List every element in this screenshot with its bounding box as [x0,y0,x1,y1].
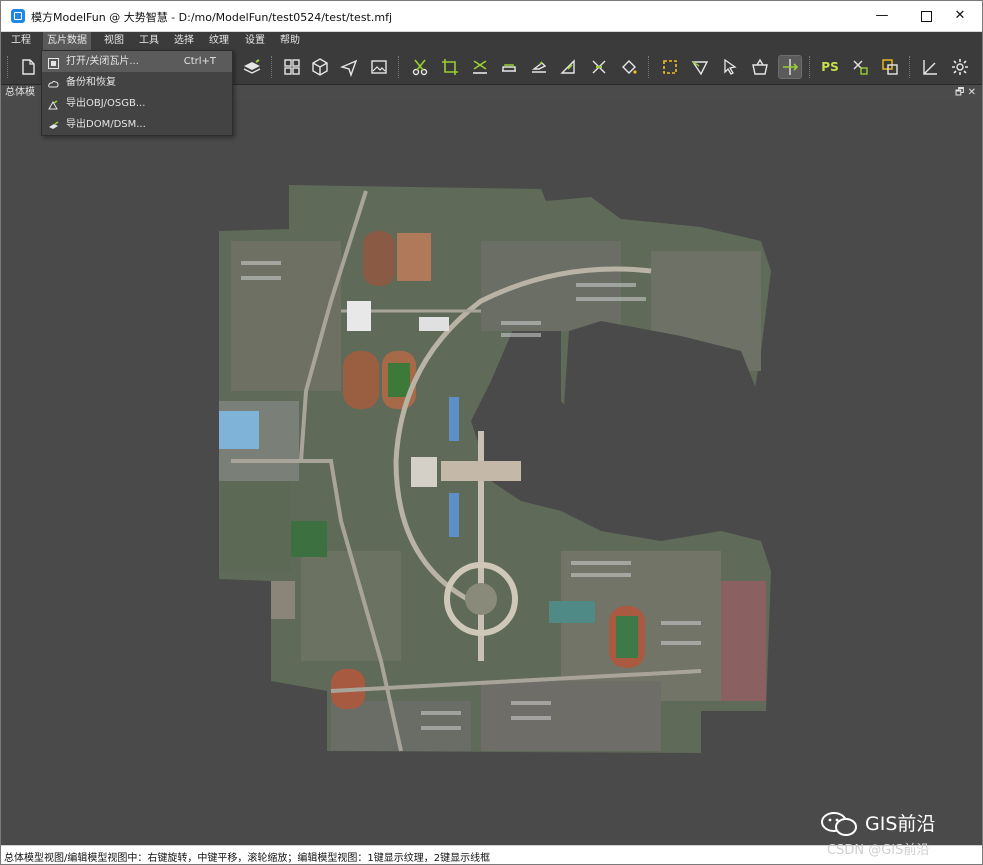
menu-item-export-obj-osgb[interactable]: 导出OBJ/OSGB... [42,93,232,114]
airplane-icon [339,59,358,78]
menu-select[interactable]: 选择 [170,32,198,50]
menu-bar: 工程 瓦片数据 视图 工具 选择 纹理 设置 帮助 [1,32,982,50]
photoshop-button[interactable]: PS [819,56,841,78]
settings-button[interactable] [949,56,971,78]
window-title: 模方ModelFun @ 大势智慧 - D:/mo/ModelFun/test0… [31,11,393,24]
toolbar-separator [271,56,272,78]
smooth-icon [592,60,606,74]
minimize-button[interactable]: — [860,1,904,31]
title-bar: 模方ModelFun @ 大势智慧 - D:/mo/ModelFun/test0… [1,1,982,32]
grid-view-button[interactable] [281,56,303,78]
export-obj-icon [48,98,59,110]
watermark-title: GIS前沿 [865,813,936,835]
paint-bucket-icon [622,60,637,74]
erase-button[interactable] [528,56,550,78]
cloud-icon [48,77,59,88]
cursor-icon [724,58,737,75]
pointer-select-button[interactable] [719,56,741,78]
menu-item-label: 导出OBJ/OSGB... [66,98,146,109]
new-file-icon [22,59,35,75]
panel-window-controls[interactable]: 🗗 ✕ [955,85,976,101]
gear-icon [952,59,968,75]
bridge-icon [502,64,516,72]
tile-data-dropdown-menu: 打开/关闭瓦片... Ctrl+T 备份和恢复 导出OBJ/OSGB... 导出… [41,50,233,136]
crop-button[interactable] [439,56,461,78]
watermark-credit: CSDN @GIS前沿 [827,843,930,858]
menu-tools[interactable]: 工具 [135,32,163,50]
menu-item-shortcut: Ctrl+T [183,56,216,67]
grid-icon [284,59,300,75]
cube-icon [312,58,328,76]
layers-icon [243,59,261,74]
square-icon [48,56,59,69]
image-icon [371,60,387,74]
measure-button[interactable] [919,56,941,78]
wechat-logo-icon [821,812,857,836]
fly-button[interactable] [338,56,360,78]
poly-select-icon [691,61,709,76]
copy-icon [882,59,898,75]
app-logo-icon [11,9,25,23]
fill-button[interactable] [618,56,640,78]
cut-button[interactable] [409,56,431,78]
new-file-button[interactable] [17,56,39,78]
layers-button[interactable] [241,56,263,78]
status-hint-text: 总体模型视图/编辑模型视图中：右键旋转，中键平移，滚轮缩放；编辑模型视图：1键显… [4,853,491,864]
menu-item-label: 导出DOM/DSM... [66,119,146,130]
menu-item-label: 打开/关闭瓦片... [66,56,139,67]
app-window: 模方ModelFun @ 大势智慧 - D:/mo/ModelFun/test0… [0,0,983,865]
bridge-button[interactable] [498,56,520,78]
smooth-button[interactable] [588,56,610,78]
menu-settings[interactable]: 设置 [241,32,269,50]
rect-select-icon [663,60,677,74]
flatten-button[interactable] [469,56,491,78]
toolbar-separator [648,56,649,78]
menu-item-label: 备份和恢复 [66,77,116,88]
maximize-icon [920,11,932,22]
split-button[interactable] [778,55,802,79]
menu-item-backup-restore[interactable]: 备份和恢复 [42,72,232,93]
export-dom-icon [48,119,59,130]
toolbar-separator [809,56,810,78]
toolbar-separator [398,56,399,78]
toolbar-separator [909,56,910,78]
scissors-icon [412,59,428,76]
texture-swap-icon [853,60,868,75]
menu-item-export-dom-dsm[interactable]: 导出DOM/DSM... [42,114,232,135]
poly-select-button[interactable] [689,56,711,78]
texture-swap-button[interactable] [849,56,871,78]
flatten-icon [473,60,487,74]
split-icon [783,59,799,75]
basket-button[interactable] [749,56,771,78]
menu-tile-data[interactable]: 瓦片数据 [43,32,91,50]
rect-select-button[interactable] [659,56,681,78]
image-button[interactable] [368,56,390,78]
aerial-model-render [219,185,771,753]
model-viewport[interactable] [1,101,982,845]
panel-tab-overall-model[interactable]: 总体模 [5,85,35,101]
toolbar-separator [7,56,8,78]
copy-texture-button[interactable] [879,56,901,78]
menu-item-open-close-tiles[interactable]: 打开/关闭瓦片... Ctrl+T [42,51,232,72]
basket-icon [752,58,768,75]
slope-icon [560,59,575,74]
eraser-icon [531,61,547,73]
menu-texture[interactable]: 纹理 [205,32,233,50]
crop-icon [442,59,458,75]
menu-view[interactable]: 视图 [100,32,128,50]
cube-button[interactable] [309,56,331,78]
menu-help[interactable]: 帮助 [276,32,304,50]
close-button[interactable]: ✕ [938,1,982,31]
slope-button[interactable] [558,56,580,78]
menu-project[interactable]: 工程 [7,32,35,50]
angle-icon [923,60,937,75]
